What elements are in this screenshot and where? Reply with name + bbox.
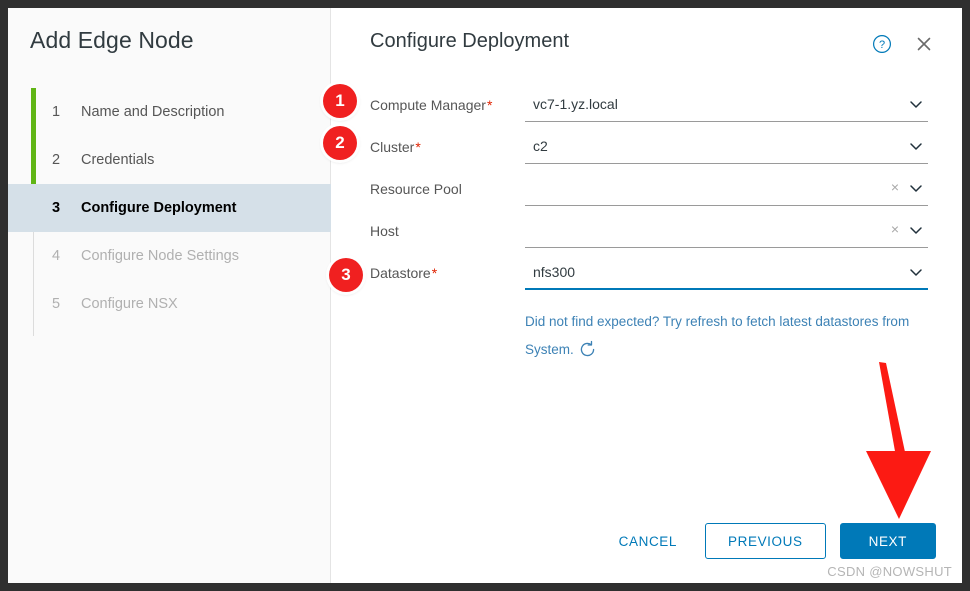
compute-manager-label: Compute Manager* <box>370 97 492 113</box>
watermark: CSDN @NOWSHUT <box>827 564 952 579</box>
datastore-field[interactable]: nfs300 <box>525 256 928 290</box>
close-icon[interactable] <box>914 34 934 54</box>
host-label: Host <box>370 223 399 239</box>
compute-manager-value: vc7-1.yz.local <box>533 96 618 112</box>
label-text: Compute Manager <box>370 97 486 113</box>
required-marker: * <box>431 265 438 281</box>
sidebar-step-credentials[interactable]: 2 Credentials <box>8 136 331 184</box>
sidebar-step-configure-nsx[interactable]: 5 Configure NSX <box>8 280 331 328</box>
label-text: Host <box>370 223 399 239</box>
configure-deployment-panel: Configure Deployment ? Compute Manager* <box>332 8 962 583</box>
required-marker: * <box>415 139 421 155</box>
clear-icon[interactable]: × <box>888 222 902 236</box>
compute-manager-row: Compute Manager* vc7-1.yz.local <box>370 88 936 130</box>
step-number: 2 <box>52 152 61 168</box>
cluster-field[interactable]: c2 <box>525 130 928 164</box>
datastore-label: Datastore* <box>370 265 437 281</box>
sidebar-step-configure-deployment[interactable]: 3 Configure Deployment <box>8 184 331 232</box>
add-edge-node-dialog: Add Edge Node 1 Name and Description 2 C… <box>8 8 962 583</box>
datastore-refresh-hint[interactable]: Did not find expected? Try refresh to fe… <box>525 308 925 364</box>
label-text: Datastore <box>370 265 431 281</box>
cancel-button[interactable]: CANCEL <box>605 523 691 559</box>
cluster-label: Cluster* <box>370 139 421 155</box>
sidebar-step-configure-node-settings[interactable]: 4 Configure Node Settings <box>8 232 331 280</box>
dialog-footer: CANCEL PREVIOUS NEXT <box>332 523 936 559</box>
wizard-sidebar: Add Edge Node 1 Name and Description 2 C… <box>8 8 331 583</box>
next-button[interactable]: NEXT <box>839 523 936 559</box>
cluster-value: c2 <box>533 138 548 154</box>
chevron-down-icon[interactable] <box>908 180 924 196</box>
wizard-step-list: 1 Name and Description 2 Credentials 3 C… <box>8 88 331 328</box>
resource-pool-label: Resource Pool <box>370 181 462 197</box>
chevron-down-icon[interactable] <box>908 96 924 112</box>
previous-button[interactable]: PREVIOUS <box>705 523 826 559</box>
help-circle-icon[interactable]: ? <box>872 34 892 54</box>
deployment-form: Compute Manager* vc7-1.yz.local Cluster*… <box>370 88 936 298</box>
datastore-value: nfs300 <box>533 264 576 280</box>
resource-pool-field[interactable]: × <box>525 172 928 206</box>
required-marker: * <box>486 97 493 113</box>
step-label: Configure Deployment <box>81 200 237 216</box>
step-number: 1 <box>52 104 61 120</box>
label-text: Resource Pool <box>370 181 462 197</box>
clear-icon[interactable]: × <box>888 180 902 194</box>
step-label: Configure NSX <box>81 296 178 312</box>
page-title: Configure Deployment <box>370 30 569 52</box>
screen-root: Add Edge Node 1 Name and Description 2 C… <box>0 0 970 591</box>
step-number: 5 <box>52 296 61 312</box>
compute-manager-field[interactable]: vc7-1.yz.local <box>525 88 928 122</box>
sidebar-step-name-and-description[interactable]: 1 Name and Description <box>8 88 331 136</box>
chevron-down-icon[interactable] <box>908 138 924 154</box>
step-label: Name and Description <box>81 104 225 120</box>
wizard-title: Add Edge Node <box>30 27 194 53</box>
step-label: Credentials <box>81 152 155 168</box>
resource-pool-row: Resource Pool × <box>370 172 936 214</box>
chevron-down-icon[interactable] <box>908 222 924 238</box>
host-row: Host × <box>370 214 936 256</box>
step-number: 4 <box>52 248 61 264</box>
step-label: Configure Node Settings <box>81 248 239 264</box>
svg-text:?: ? <box>879 39 885 51</box>
host-field[interactable]: × <box>525 214 928 248</box>
refresh-icon[interactable] <box>578 340 597 359</box>
chevron-down-icon[interactable] <box>908 264 924 280</box>
cluster-row: Cluster* c2 <box>370 130 936 172</box>
label-text: Cluster <box>370 139 415 155</box>
datastore-row: Datastore* nfs300 <box>370 256 936 298</box>
step-number: 3 <box>52 200 61 216</box>
